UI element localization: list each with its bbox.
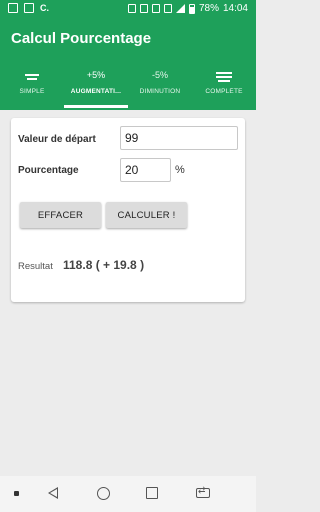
- back-icon[interactable]: [48, 487, 58, 499]
- tab-label: COMPLÈTE: [205, 88, 243, 95]
- start-value-input[interactable]: [120, 126, 238, 150]
- home-icon[interactable]: [97, 487, 110, 500]
- battery-icon: [188, 3, 195, 14]
- signal-icon: [175, 4, 185, 13]
- recent-apps-icon[interactable]: [146, 487, 158, 499]
- tab-simple[interactable]: SIMPLE: [0, 62, 64, 108]
- photo-notification-icon: [24, 3, 34, 13]
- bars-icon: [0, 68, 64, 82]
- nfc-icon: [139, 4, 148, 13]
- image-notification-icon: [8, 3, 18, 13]
- list-icon: [192, 68, 256, 82]
- plus-percent-icon: +5%: [86, 70, 106, 80]
- tab-bar: SIMPLE +5% AUGMENTATI... -5% DIMINUTION …: [0, 62, 256, 108]
- percent-input[interactable]: [120, 158, 171, 182]
- calculator-card: Valeur de départ Pourcentage % EFFACER C…: [11, 118, 245, 302]
- app-bar: C. 78% 14:04 Calcul Pourcentage SIMPLE +…: [0, 0, 256, 110]
- tab-label: AUGMENTATI...: [70, 88, 122, 95]
- status-indicators: 78% 14:04: [127, 3, 248, 14]
- battery-percent: 78%: [198, 3, 219, 14]
- tab-label: DIMINUTION: [139, 88, 181, 95]
- result-label: Resultat: [18, 261, 53, 272]
- tab-diminution[interactable]: -5% DIMINUTION: [128, 62, 192, 108]
- c-notification-icon: C.: [40, 3, 49, 13]
- system-nav-bar: [0, 476, 256, 512]
- calculate-button[interactable]: CALCULER !: [106, 202, 187, 228]
- result-value: 118.8 ( + 19.8 ): [63, 258, 145, 272]
- status-bar: C. 78% 14:04: [0, 0, 256, 18]
- tab-complete[interactable]: COMPLÈTE: [192, 62, 256, 108]
- page-title: Calcul Pourcentage: [11, 30, 152, 47]
- tab-augmentation[interactable]: +5% AUGMENTATI...: [64, 62, 128, 108]
- percent-unit: %: [175, 164, 185, 176]
- start-value-label: Valeur de départ: [18, 134, 96, 145]
- mute-icon: [151, 4, 160, 13]
- minus-percent-icon: -5%: [151, 70, 168, 80]
- wifi-icon: [163, 4, 172, 13]
- tab-label: SIMPLE: [19, 88, 45, 95]
- clock: 14:04: [222, 3, 248, 14]
- bluetooth-icon: [127, 4, 136, 13]
- status-notifications: C.: [8, 3, 50, 13]
- clear-button[interactable]: EFFACER: [20, 202, 101, 228]
- screen-switch-icon[interactable]: [196, 485, 210, 498]
- percent-label: Pourcentage: [18, 165, 79, 176]
- nav-menu-dot-icon[interactable]: [14, 491, 19, 496]
